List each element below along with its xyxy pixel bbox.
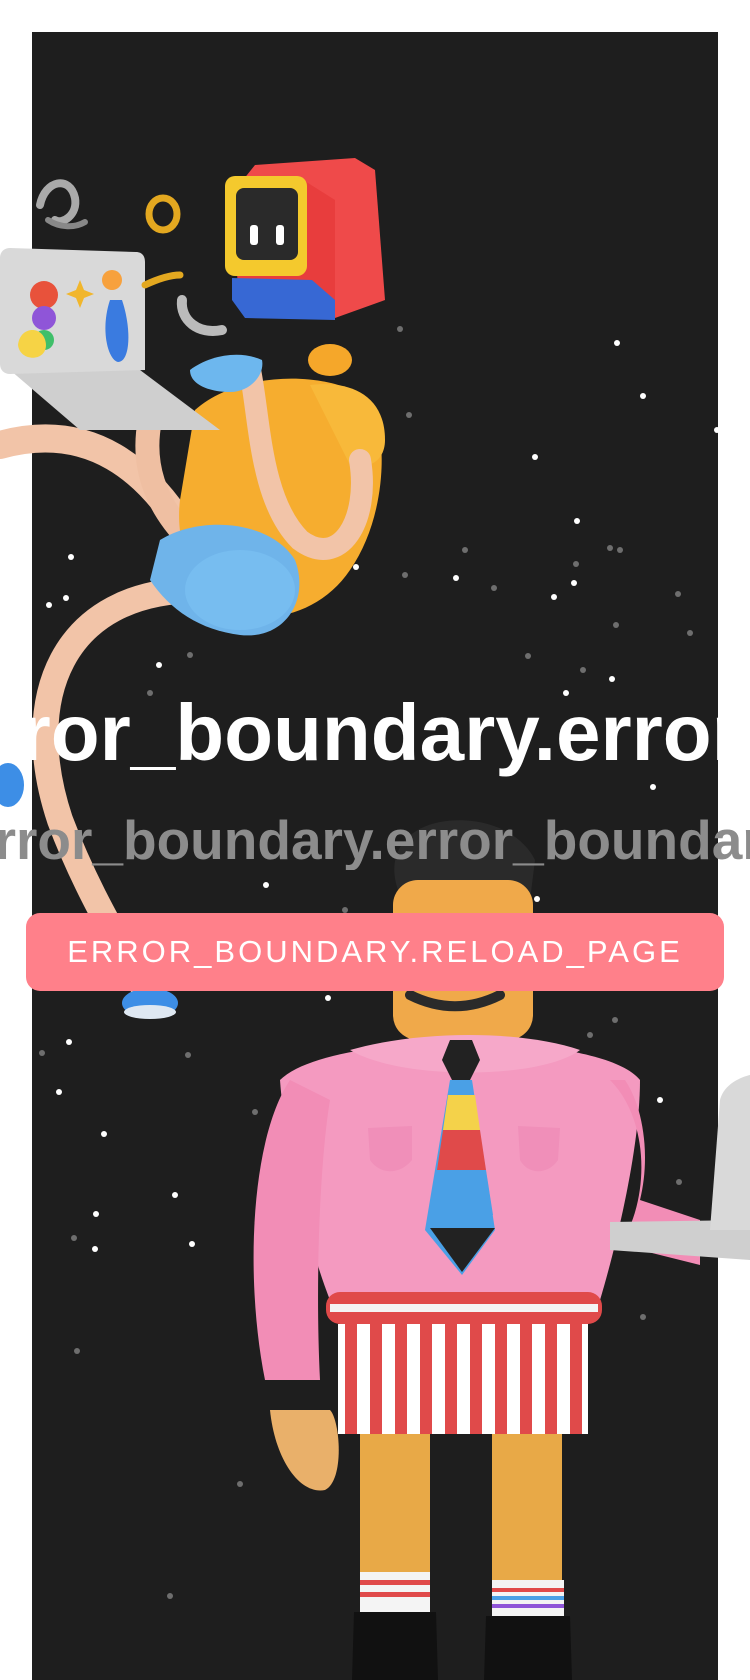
error-page: error_boundary.error_boundary.title erro…: [0, 0, 750, 1680]
page-subtitle: error_boundary.error_boundary.subtitle: [0, 810, 750, 870]
page-title: error_boundary.error_boundary.title: [0, 688, 750, 778]
reload-page-button[interactable]: ERROR_BOUNDARY.RELOAD_PAGE: [26, 913, 724, 991]
page-subtitle-text: error_boundary.error_boundary.subtitle: [0, 810, 750, 870]
page-title-text: error_boundary.error_boundary.title: [0, 688, 750, 777]
